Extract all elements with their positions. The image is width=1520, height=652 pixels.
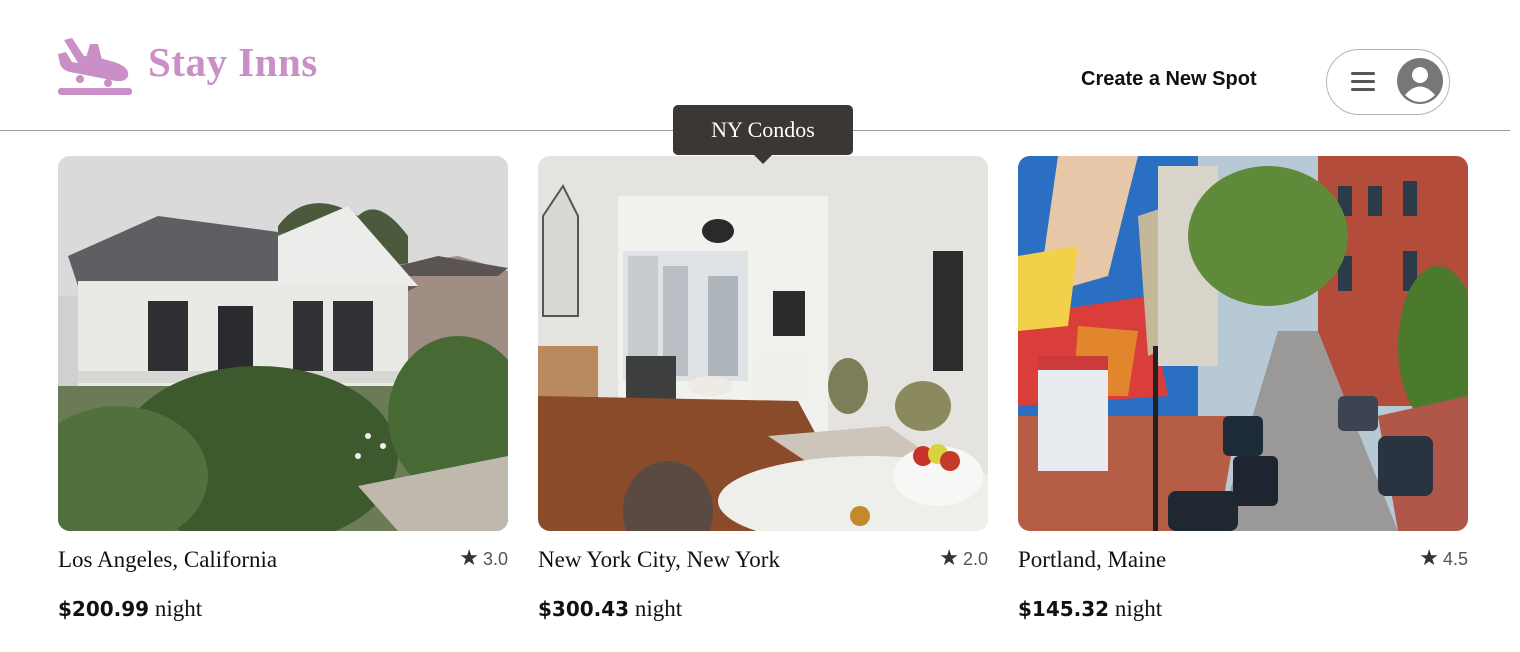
- spot-card[interactable]: Portland, Maine ★ 4.5 $145.32 night: [1018, 156, 1468, 621]
- spot-name-tooltip: NY Condos: [673, 105, 853, 164]
- spot-price: $145.32 night: [1018, 596, 1162, 622]
- spot-rating: ★ 3.0: [459, 545, 508, 571]
- price-amount: $300.43: [538, 597, 630, 621]
- spot-price: $200.99 night: [58, 596, 202, 622]
- airplane-landing-icon: [58, 38, 132, 95]
- user-avatar-icon: [1397, 58, 1443, 104]
- profile-menu-button[interactable]: [1326, 49, 1450, 115]
- spot-price: $300.43 night: [538, 596, 682, 622]
- price-amount: $145.32: [1018, 597, 1110, 621]
- star-icon: ★: [459, 545, 479, 570]
- price-unit: night: [634, 596, 683, 621]
- star-icon: ★: [939, 545, 959, 570]
- spot-image-la[interactable]: [58, 156, 508, 531]
- spot-location: New York City, New York: [538, 547, 780, 572]
- rating-value: 4.5: [1442, 549, 1468, 569]
- price-unit: night: [154, 596, 203, 621]
- spot-card[interactable]: New York City, New York ★ 2.0 $300.43 nig…: [538, 156, 988, 621]
- spot-image-nyc[interactable]: [538, 156, 988, 531]
- brand-name: Stay Inns: [148, 39, 318, 85]
- price-amount: $200.99: [58, 597, 150, 621]
- spot-rating: ★ 2.0: [939, 545, 988, 571]
- spot-location: Portland, Maine: [1018, 547, 1167, 572]
- spot-card[interactable]: Los Angeles, California ★ 3.0 $200.99 nig…: [58, 156, 508, 621]
- rating-value: 3.0: [482, 549, 508, 569]
- rating-value: 2.0: [962, 549, 988, 569]
- home-logo-link[interactable]: Stay Inns: [56, 34, 318, 98]
- spot-location: Los Angeles, California: [58, 547, 278, 572]
- spot-rating: ★ 4.5: [1419, 545, 1468, 571]
- create-new-spot-link[interactable]: Create a New Spot: [1081, 68, 1257, 91]
- white-victorian-cottage-photo: [58, 156, 508, 531]
- spot-image-portland[interactable]: [1018, 156, 1468, 531]
- price-unit: night: [1114, 596, 1163, 621]
- star-icon: ★: [1419, 545, 1439, 570]
- mural-street-scene-photo: [1018, 156, 1468, 531]
- modern-condo-living-room-photo: [538, 156, 988, 531]
- hamburger-icon: [1351, 72, 1375, 92]
